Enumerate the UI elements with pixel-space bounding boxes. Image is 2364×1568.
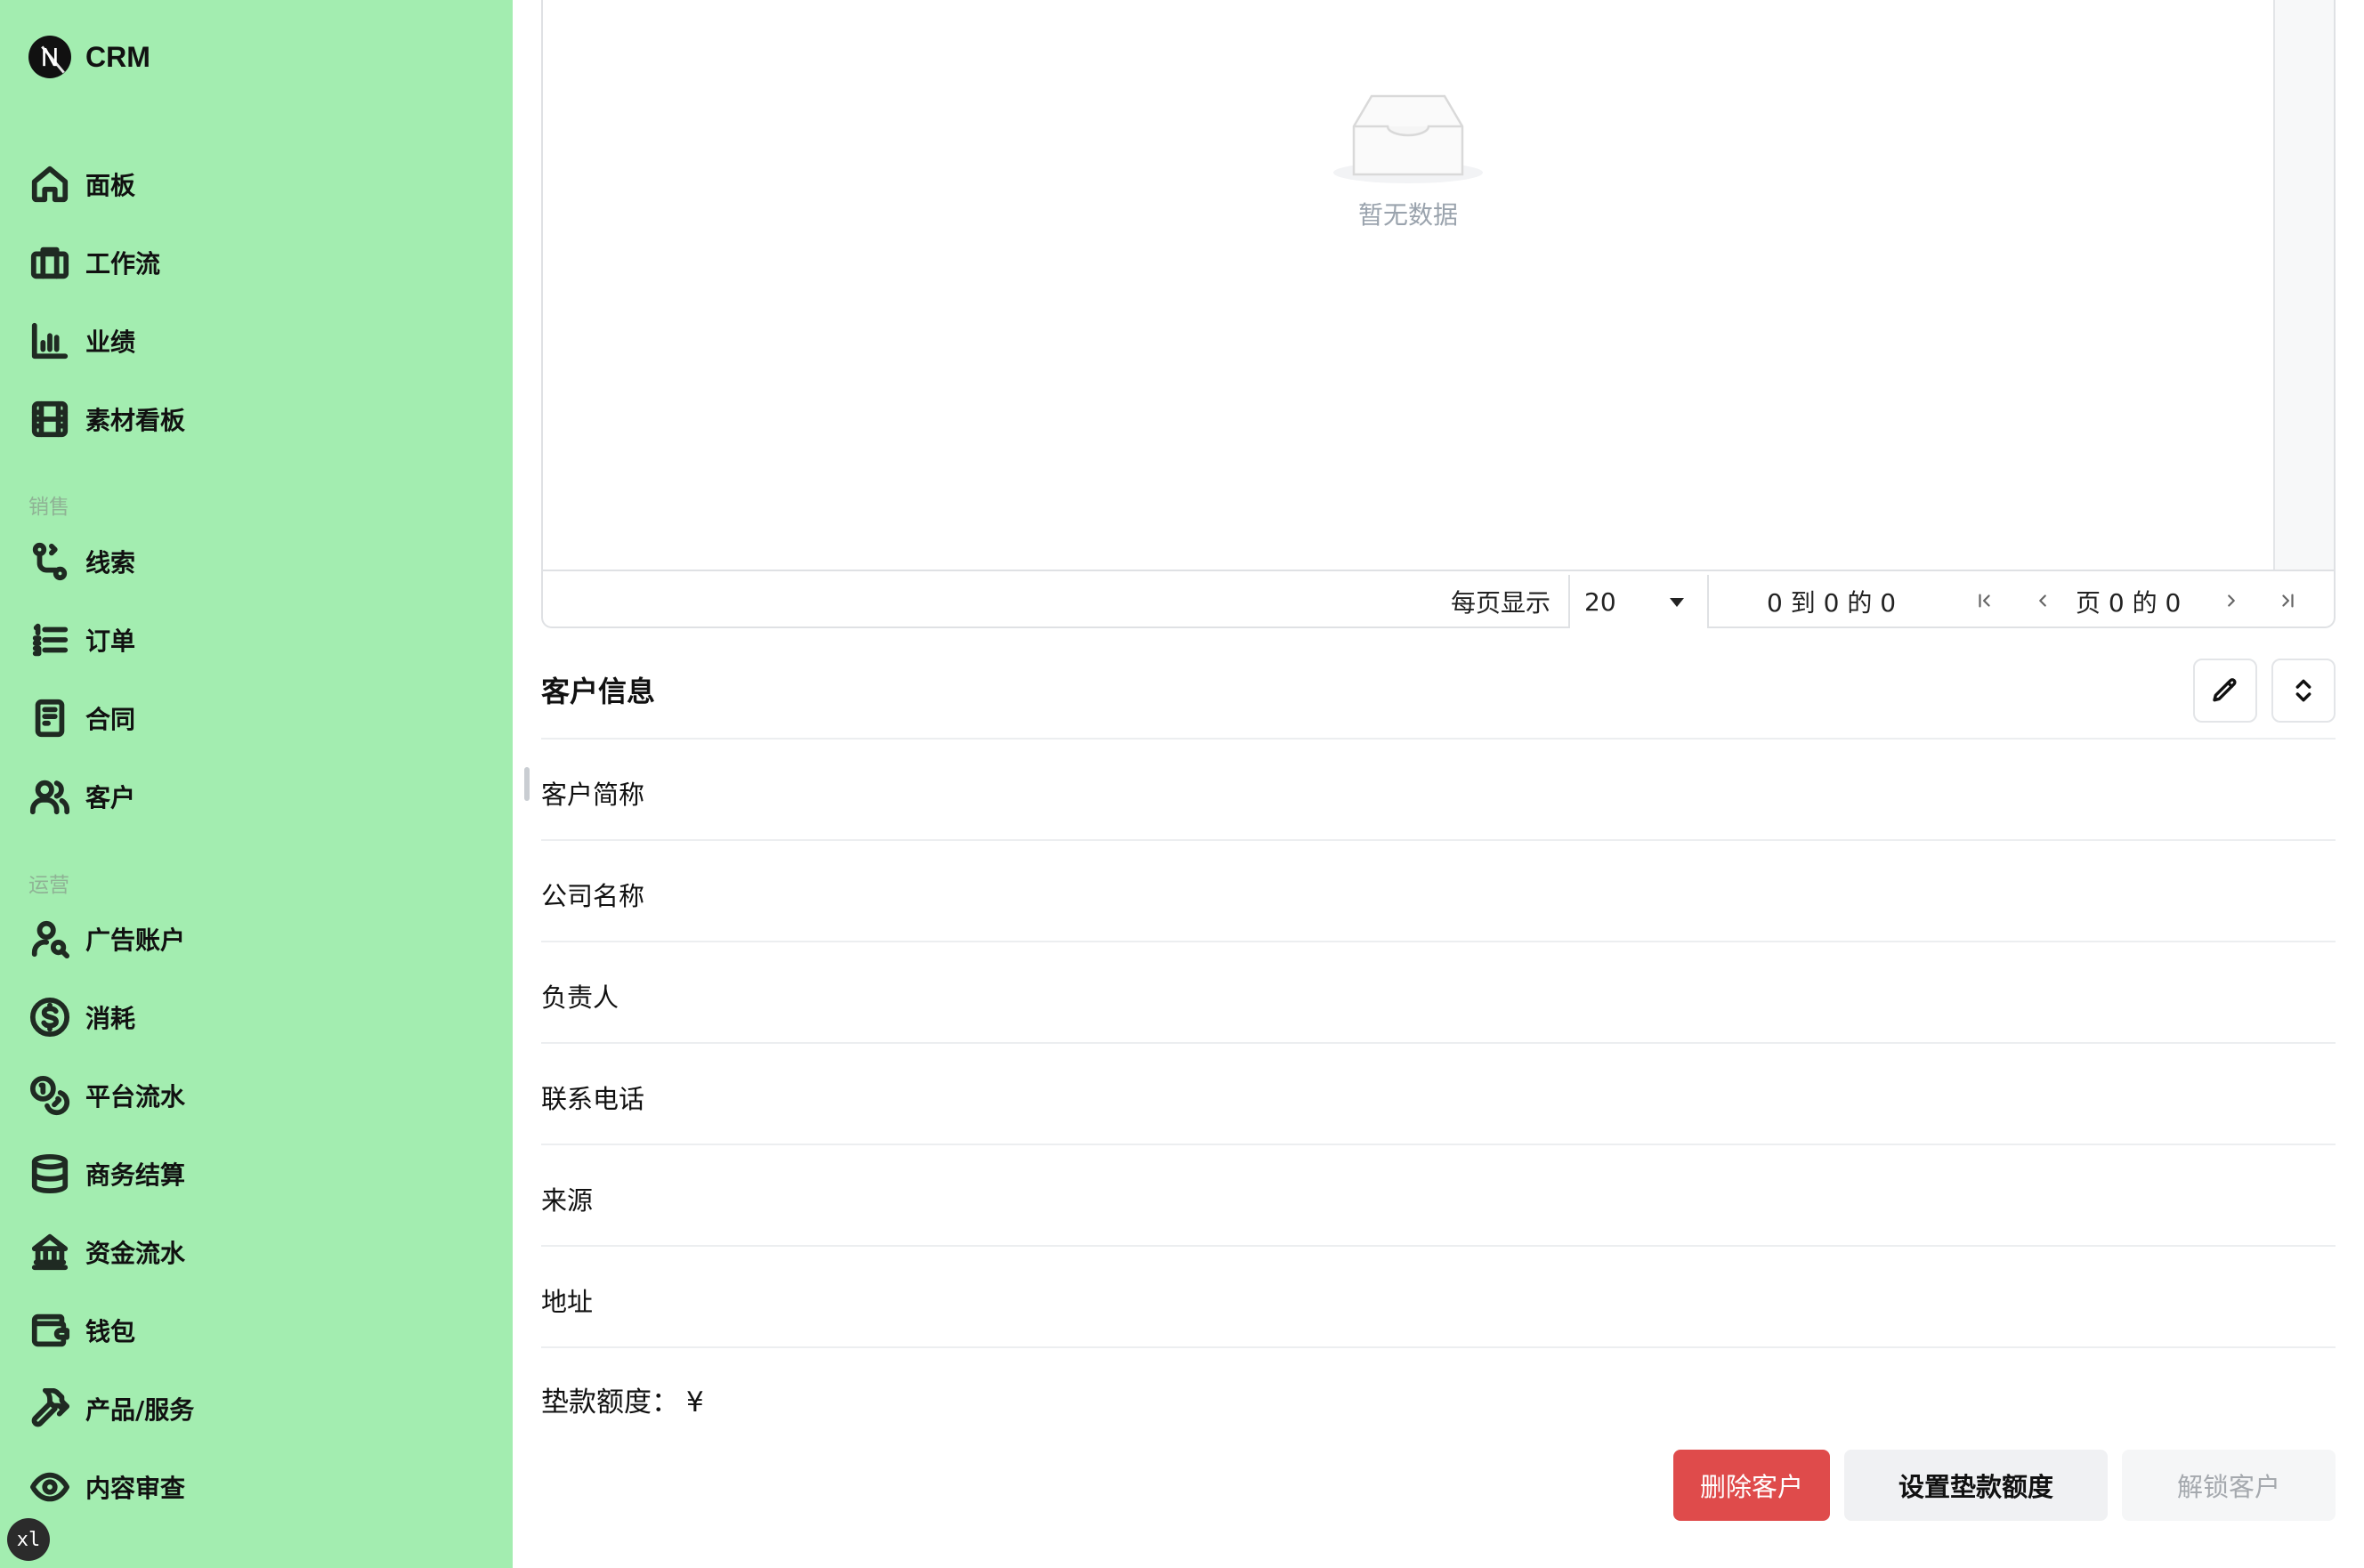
sidebar-item-label: 素材看板 (85, 406, 186, 435)
last-page-button[interactable] (2274, 587, 2301, 614)
empty-inbox-icon (1333, 94, 1483, 183)
sidebar-item-label: 消耗 (85, 1004, 136, 1033)
sidebar-item-label: 合同 (85, 705, 136, 734)
sidebar-item-wallet[interactable]: 钱包 (28, 1304, 135, 1357)
page-size-value: 20 (1584, 586, 1616, 617)
database-icon (28, 1152, 71, 1195)
sidebar-item-label: 工作流 (85, 249, 161, 279)
sidebar-item-ad-accounts[interactable]: 广告账户 (28, 912, 185, 966)
customer-info-title: 客户信息 (541, 675, 656, 708)
field-short-name: 客户简称 (541, 780, 645, 810)
sidebar-item-fund-flow[interactable]: 资金流水 (28, 1225, 185, 1279)
sidebar: N CRM 面板 工作流 业绩 素材看板 销售 线索 订单 合同 客户 运营 广… (0, 0, 513, 1568)
sidebar-item-orders[interactable]: 订单 (28, 613, 135, 667)
sidebar-item-label: 钱包 (85, 1317, 136, 1346)
unlock-customer-button[interactable]: 解锁客户 (2122, 1450, 2336, 1521)
field-owner: 负责人 (541, 982, 619, 1013)
field-address: 地址 (541, 1287, 594, 1317)
section-label-operations: 运营 (28, 874, 69, 897)
advance-quota-label: 垫款额度： (541, 1386, 679, 1418)
divider (541, 941, 2336, 942)
sidebar-item-leads[interactable]: 线索 (28, 535, 135, 588)
sidebar-item-customers[interactable]: 客户 (28, 770, 135, 823)
user-avatar[interactable]: xl (7, 1518, 50, 1561)
page-size-label: 每页显示 (1451, 588, 1551, 618)
first-page-button[interactable] (1971, 587, 1998, 614)
sidebar-item-label: 业绩 (85, 327, 136, 357)
advance-quota-value: ¥ (686, 1386, 704, 1418)
sidebar-item-performance[interactable]: 业绩 (28, 314, 135, 368)
sidebar-item-label: 广告账户 (85, 925, 186, 955)
divider (541, 839, 2336, 841)
sidebar-item-label: 资金流水 (85, 1239, 186, 1268)
bar-chart-icon (28, 319, 71, 362)
expand-collapse-button[interactable] (2271, 659, 2336, 723)
divider (541, 1245, 2336, 1247)
app-name: CRM (85, 40, 150, 73)
page-size-select[interactable]: 20 (1568, 575, 1709, 628)
sidebar-item-workflow[interactable]: 工作流 (28, 236, 160, 289)
chevron-left-icon (2039, 594, 2046, 607)
sidebar-item-label: 商务结算 (85, 1160, 186, 1190)
delete-customer-button[interactable]: 删除客户 (1673, 1450, 1830, 1521)
eye-icon (28, 1466, 71, 1508)
edit-button[interactable] (2193, 659, 2257, 723)
sidebar-item-platform-flow[interactable]: 平台流水 (28, 1069, 185, 1122)
empty-state: 暂无数据 (1332, 89, 1484, 231)
dollar-circle-icon (28, 996, 71, 1039)
divider (541, 1144, 2336, 1145)
last-page-icon (2282, 594, 2294, 608)
sidebar-item-label: 内容审查 (85, 1474, 186, 1503)
divider (541, 1042, 2336, 1044)
divider (541, 738, 2336, 740)
git-branch-icon (28, 540, 71, 583)
row-range-text: 0 到 0 的 0 (1767, 588, 1897, 618)
sidebar-item-contracts[interactable]: 合同 (28, 691, 135, 745)
sidebar-item-label: 平台流水 (85, 1082, 186, 1111)
hammer-icon (28, 1387, 71, 1430)
prev-page-button[interactable] (2029, 587, 2056, 614)
film-icon (28, 398, 71, 440)
sidebar-item-label: 订单 (85, 626, 136, 656)
field-source: 来源 (541, 1185, 594, 1216)
sidebar-item-dashboard[interactable]: 面板 (28, 158, 135, 211)
home-icon (28, 163, 71, 206)
sidebar-item-consumption[interactable]: 消耗 (28, 990, 135, 1044)
section-label-sales: 销售 (28, 496, 69, 519)
grid-scrollbar[interactable] (2273, 0, 2334, 571)
user-search-icon (28, 917, 71, 960)
list-icon (28, 618, 71, 661)
advance-quota: 垫款额度： ¥ (541, 1379, 704, 1419)
resize-handle[interactable] (524, 767, 530, 801)
pencil-icon (2213, 678, 2237, 702)
sidebar-item-products[interactable]: 产品/服务 (28, 1382, 194, 1435)
field-company-name: 公司名称 (541, 881, 645, 911)
document-icon (28, 697, 71, 740)
app-logo: N (28, 36, 71, 78)
brand[interactable]: N CRM (28, 35, 150, 79)
chevron-right-icon (2228, 594, 2235, 607)
caret-down-icon (1670, 598, 1684, 607)
sidebar-item-content-review[interactable]: 内容审查 (28, 1460, 185, 1514)
sidebar-item-settlement[interactable]: 商务结算 (28, 1147, 185, 1200)
bank-icon (28, 1231, 71, 1273)
wallet-icon (28, 1309, 71, 1352)
coins-icon (28, 1074, 71, 1117)
divider (541, 1346, 2336, 1348)
first-page-icon (1979, 594, 1990, 608)
sidebar-item-materials[interactable]: 素材看板 (28, 392, 185, 446)
set-advance-quota-button[interactable]: 设置垫款额度 (1844, 1450, 2108, 1521)
sidebar-item-label: 面板 (85, 171, 136, 200)
sidebar-item-label: 线索 (85, 548, 136, 578)
next-page-button[interactable] (2218, 587, 2245, 614)
chevrons-up-down-icon (2295, 679, 2311, 702)
users-icon (28, 775, 71, 818)
field-phone: 联系电话 (541, 1084, 645, 1114)
sidebar-item-label: 产品/服务 (85, 1395, 195, 1425)
briefcase-icon (28, 241, 71, 284)
page-indicator: 页 0 的 0 (2076, 588, 2182, 618)
empty-state-text: 暂无数据 (1357, 200, 1458, 230)
grid-pagination-bar (543, 570, 2334, 626)
sidebar-item-label: 客户 (85, 783, 136, 812)
